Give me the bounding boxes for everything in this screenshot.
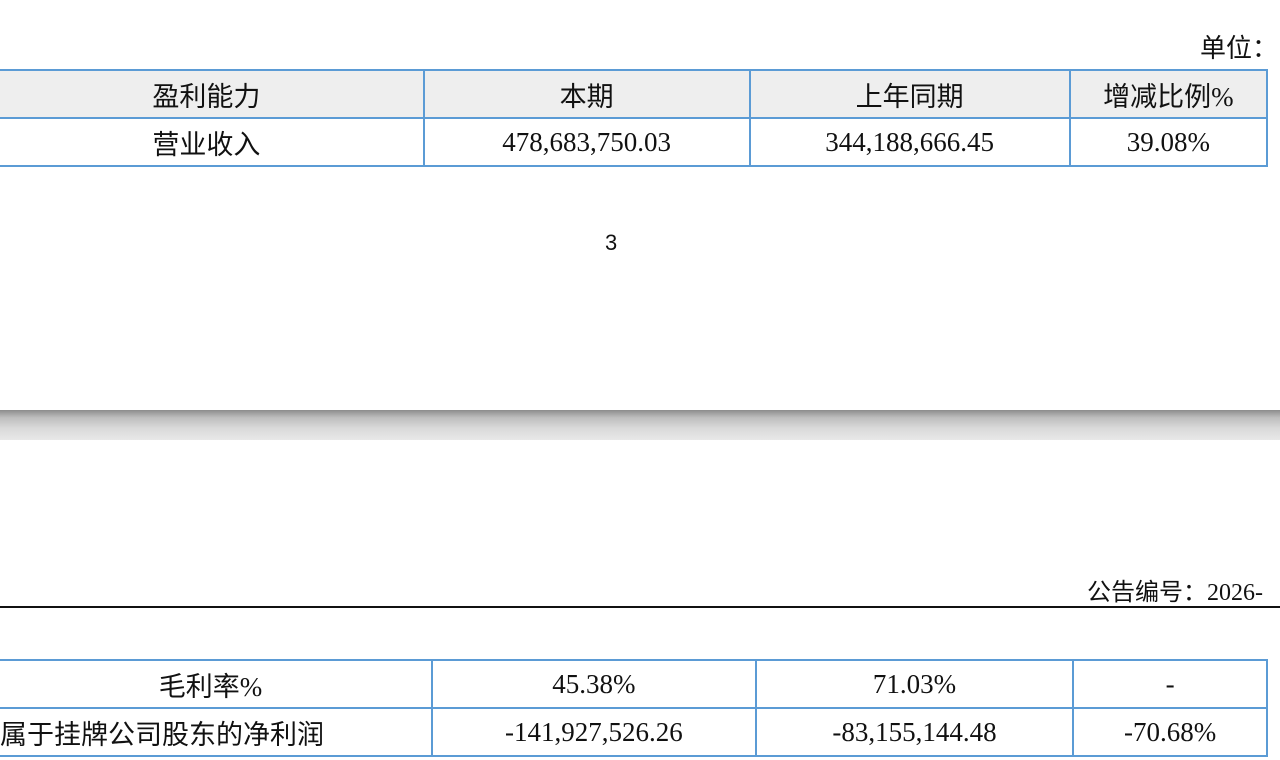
- table-row: 毛利率% 45.38% 71.03% -: [0, 659, 1268, 709]
- header-rule: [0, 606, 1280, 608]
- revenue-current: 478,683,750.03: [422, 117, 751, 167]
- revenue-change: 39.08%: [1068, 117, 1269, 167]
- row-label-revenue: 营业收入: [0, 117, 425, 167]
- unit-label: 单位：: [1200, 34, 1279, 63]
- page-4: 公告编号：2026- 毛利率% 45.38% 71.03% - 属于挂牌公司股东…: [0, 440, 1280, 760]
- page-number: 3: [605, 230, 618, 255]
- page-3: 单位： 盈利能力 本期 上年同期 增减比例% 营业收入 478,683,750.…: [0, 0, 1280, 410]
- page-separator: [0, 410, 1280, 440]
- row-label-gross-margin: 毛利率%: [0, 659, 434, 709]
- table-row: 营业收入 478,683,750.03 344,188,666.45 39.08…: [0, 117, 1269, 167]
- table-row: 属于挂牌公司股东的净利润 -141,927,526.26 -83,155,144…: [0, 707, 1268, 757]
- table-header-row: 盈利能力 本期 上年同期 增减比例%: [0, 69, 1269, 119]
- header-current-period: 本期: [422, 69, 751, 119]
- document-viewer[interactable]: 单位： 盈利能力 本期 上年同期 增减比例% 营业收入 478,683,750.…: [0, 0, 1280, 760]
- notice-number: 公告编号：2026-: [1087, 580, 1263, 606]
- header-prior-year-period: 上年同期: [748, 69, 1071, 119]
- gross-margin-prior: 71.03%: [754, 659, 1075, 709]
- net-profit-current: -141,927,526.26: [431, 707, 757, 757]
- header-change-percent: 增减比例%: [1068, 69, 1269, 119]
- profitability-table-bottom: 毛利率% 45.38% 71.03% - 属于挂牌公司股东的净利润 -141,9…: [0, 659, 1268, 757]
- row-label-net-profit: 属于挂牌公司股东的净利润: [0, 707, 434, 757]
- revenue-prior: 344,188,666.45: [748, 117, 1071, 167]
- header-profitability: 盈利能力: [0, 69, 425, 119]
- profitability-table-top: 盈利能力 本期 上年同期 增减比例% 营业收入 478,683,750.03 3…: [0, 69, 1269, 167]
- gross-margin-change: -: [1072, 659, 1268, 709]
- gross-margin-current: 45.38%: [431, 659, 757, 709]
- net-profit-change: -70.68%: [1072, 707, 1268, 757]
- net-profit-prior: -83,155,144.48: [754, 707, 1075, 757]
